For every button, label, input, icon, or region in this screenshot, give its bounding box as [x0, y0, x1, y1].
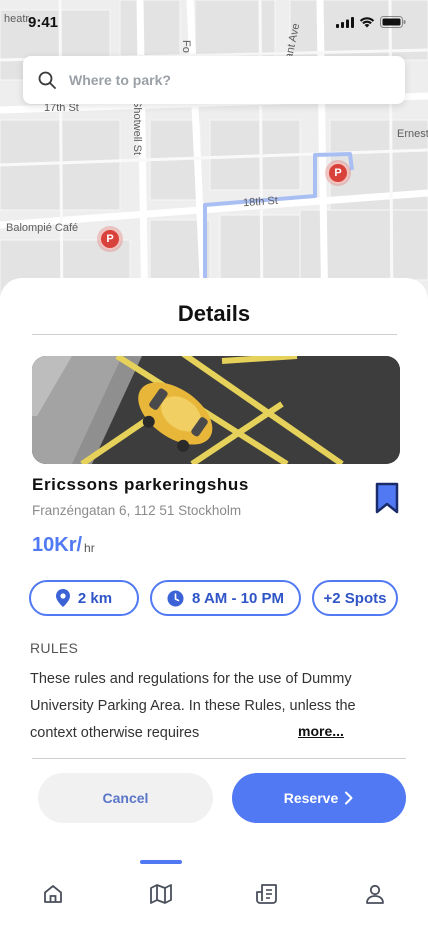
home-icon [44, 885, 62, 903]
place-name: Ericssons parkeringshus [32, 475, 249, 494]
nav-profile[interactable] [362, 881, 388, 907]
search-input[interactable] [69, 72, 369, 88]
street-label: Balompié Café [6, 222, 79, 234]
signal-icon [336, 16, 354, 28]
nav-bookings[interactable] [254, 881, 280, 907]
battery-icon [380, 16, 406, 28]
cancel-button[interactable]: Cancel [38, 773, 213, 823]
place-address: Franzéngatan 6, 112 51 Stockholm [32, 503, 242, 518]
status-icons [336, 16, 406, 28]
map-icon [150, 884, 172, 904]
details-sheet: Details Ericssons parkeringshus Franzéng… [0, 278, 428, 926]
receipt-icon [256, 884, 277, 904]
distance-label: 2 km [77, 589, 113, 607]
map-streets [0, 0, 428, 320]
parking-marker[interactable]: P [99, 228, 121, 250]
search-bar[interactable] [23, 56, 405, 104]
nav-home[interactable] [40, 881, 66, 907]
profile-icon [366, 884, 384, 904]
wifi-icon [359, 17, 375, 28]
spots-label: +2 Spots [323, 589, 387, 607]
spots-chip[interactable]: +2 Spots [312, 580, 398, 616]
bookmark-icon[interactable] [375, 482, 399, 514]
price-unit: hr [84, 541, 95, 555]
search-icon [38, 71, 56, 89]
hours-chip[interactable]: 8 AM - 10 PM [150, 580, 301, 616]
status-bar: 9:41 [0, 0, 428, 44]
title-divider [32, 334, 397, 335]
reserve-button[interactable]: Reserve [232, 773, 406, 823]
nav-map[interactable] [148, 881, 174, 907]
distance-chip[interactable]: 2 km [29, 580, 139, 616]
street-label: Shotwell St [131, 100, 143, 156]
nav-active-indicator [140, 860, 182, 864]
rules-title: RULES [30, 640, 79, 656]
price-amount: 10Kr/ [32, 534, 83, 556]
parking-marker[interactable]: P [327, 162, 349, 184]
street-label: Ernest [397, 128, 428, 140]
parking-photo [32, 356, 400, 464]
parking-photo-art [32, 356, 400, 464]
more-link[interactable]: more... [298, 723, 344, 739]
cancel-label: Cancel [102, 790, 149, 806]
sheet-title: Details [177, 301, 251, 326]
reserve-label: Reserve [283, 790, 339, 806]
actions-divider [32, 758, 406, 759]
price: 10Kr/ hr [32, 534, 95, 557]
bottom-nav [0, 876, 428, 912]
clock-icon [167, 590, 184, 606]
street-label: 18th St [242, 194, 279, 210]
location-pin-icon [55, 589, 70, 607]
status-time: 9:41 [28, 14, 59, 31]
map-view[interactable]: heatr 17th St Shotwell St Fo ant Ave Ern… [0, 0, 428, 320]
chevron-right-icon [345, 791, 353, 805]
hours-label: 8 AM - 10 PM [192, 589, 284, 607]
